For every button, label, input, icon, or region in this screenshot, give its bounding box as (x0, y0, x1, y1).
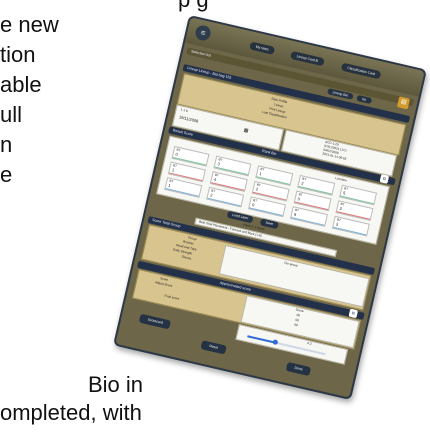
card-value: 0 (297, 196, 301, 202)
nav-button-my-rates[interactable]: My rates (249, 41, 276, 55)
card-stripe (207, 197, 241, 207)
location-label: Location (334, 175, 348, 183)
card-value: 3 (335, 221, 339, 227)
grid-right-header: Rank Bio (261, 148, 277, 157)
document-icon[interactable]: ▤ (396, 96, 411, 110)
card-value: 0 (251, 201, 255, 208)
done-button[interactable]: Done (285, 361, 312, 377)
card-value: 2 (300, 180, 305, 186)
doc-line-2: tion (0, 42, 36, 67)
label-adjust-score: Adjust Score (154, 280, 173, 289)
card-stripe (291, 216, 325, 226)
status-code: 1-1 8 (180, 107, 189, 113)
reset-button[interactable]: Reset (200, 340, 227, 355)
date-value[interactable]: 19/11/2008 (179, 114, 199, 123)
doc-line-1: e new (0, 12, 59, 37)
label-final-score: Final score (164, 293, 180, 301)
card-value: 3 (339, 205, 343, 212)
card-value: 2 (209, 192, 214, 198)
card-value: 1 (171, 167, 175, 173)
doc-line-8: ompleted, with (0, 400, 142, 425)
card-value: 0 (175, 151, 179, 157)
hamburger-icon[interactable]: ≡ (194, 23, 213, 42)
doc-line-3: able (0, 72, 42, 97)
card-stripe (333, 226, 367, 236)
nav-button-lineup-card[interactable]: Lineup Card B (289, 50, 325, 67)
score-value-3: 00 (293, 322, 299, 328)
card-value: 5 (342, 190, 346, 196)
card-value: 2 (255, 186, 259, 192)
card-value: 3 (216, 161, 221, 167)
slider-knob[interactable] (271, 339, 278, 346)
card-stripe (249, 206, 283, 217)
card-value: 4 (213, 176, 217, 183)
calendar-icon[interactable]: ▦ (243, 127, 249, 134)
scorecard-button[interactable]: Scorecard (138, 313, 172, 330)
card-value: 6 (293, 211, 297, 218)
doc-top-fragment: p g (178, 0, 209, 13)
doc-line-5: n (0, 132, 13, 157)
doc-line-6: e (0, 162, 13, 187)
slider-value: 0.2 (307, 340, 313, 346)
doc-line-4: ull (0, 102, 23, 127)
card-value: 1 (167, 182, 172, 189)
detail-value-4: 2021-01-14 06:53 (322, 151, 347, 161)
card-value: 1 (258, 170, 263, 177)
slider-fill (247, 335, 275, 344)
label-source: Source (181, 254, 192, 261)
card-stripe (165, 187, 199, 197)
doc-line-7: Bio in (88, 372, 144, 397)
nav-button-classification[interactable]: Classification Card (340, 62, 382, 80)
tier-group-label: Tier group (283, 260, 299, 268)
